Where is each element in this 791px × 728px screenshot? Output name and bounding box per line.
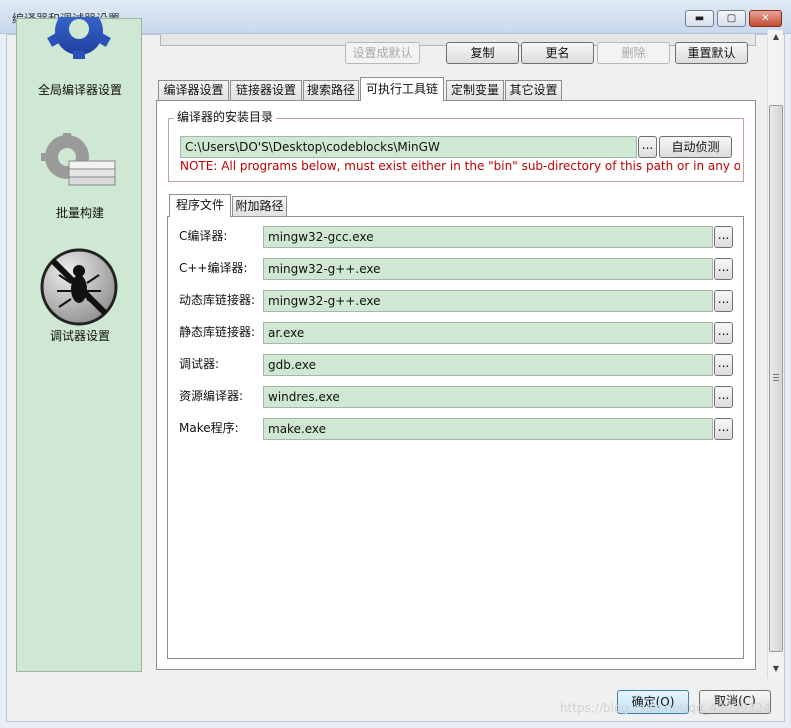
tab-additional-paths[interactable]: 附加路径 <box>232 196 287 216</box>
rename-button[interactable]: 更名 <box>521 42 594 64</box>
debugger-bug-icon <box>40 248 118 326</box>
tab-linker-settings[interactable]: 链接器设置 <box>230 80 302 100</box>
resource-compiler-input[interactable]: windres.exe <box>263 386 713 408</box>
static-linker-label: 静态库链接器: <box>179 325 256 339</box>
cpp-compiler-browse-button[interactable]: ... <box>714 258 733 280</box>
delete-button[interactable]: 删除 <box>597 42 670 64</box>
cpp-compiler-label: C++编译器: <box>179 261 248 275</box>
make-program-input[interactable]: make.exe <box>263 418 713 440</box>
close-button[interactable]: ✕ <box>749 10 782 27</box>
install-note: NOTE: All programs below, must exist eit… <box>180 159 740 173</box>
resource-compiler-label: 资源编译器: <box>179 389 244 403</box>
set-default-button[interactable]: 设置成默认 <box>345 42 420 64</box>
category-global-compiler[interactable]: 全局编译器设置 <box>17 81 143 98</box>
tab-compiler-settings[interactable]: 编译器设置 <box>158 80 229 100</box>
debugger-label: 调试器: <box>179 357 220 371</box>
tab-search-paths[interactable]: 搜索路径 <box>303 80 359 100</box>
category-debugger[interactable]: 调试器设置 <box>17 327 143 344</box>
tab-other-settings[interactable]: 其它设置 <box>505 80 562 100</box>
minimize-icon: ▬ <box>694 13 705 24</box>
watermark: https://blog.csdn.net/qq_43099324 <box>560 701 771 715</box>
vertical-scrollbar[interactable]: ▲ ▼ <box>767 30 783 678</box>
maximize-icon: ▢ <box>726 13 737 24</box>
install-dir-input[interactable]: C:\Users\DO'S\Desktop\codeblocks\MinGW <box>180 136 637 158</box>
install-dir-title: 编译器的安装目录 <box>174 108 277 125</box>
close-icon: ✕ <box>761 13 770 24</box>
scroll-down-icon[interactable]: ▼ <box>770 664 782 673</box>
maximize-button[interactable]: ▢ <box>717 10 746 27</box>
dynamic-linker-label: 动态库链接器: <box>179 293 256 307</box>
batch-build-icon <box>41 133 116 186</box>
static-linker-input[interactable]: ar.exe <box>263 322 713 344</box>
gear-icon <box>47 17 111 59</box>
scroll-up-icon[interactable]: ▲ <box>770 32 782 41</box>
tab-custom-variables[interactable]: 定制变量 <box>446 80 504 100</box>
c-compiler-label: C编译器: <box>179 229 228 243</box>
category-sidebar[interactable]: 全局编译器设置 批量构建 调试器设置 <box>16 17 143 672</box>
reset-default-button[interactable]: 重置默认 <box>675 42 748 64</box>
minimize-button[interactable]: ▬ <box>685 10 714 27</box>
auto-detect-button[interactable]: 自动侦测 <box>659 136 732 158</box>
tab-program-files[interactable]: 程序文件 <box>169 194 231 217</box>
static-linker-browse-button[interactable]: ... <box>714 322 733 344</box>
cpp-compiler-input[interactable]: mingw32-g++.exe <box>263 258 713 280</box>
copy-button[interactable]: 复制 <box>446 42 519 64</box>
category-batch-build[interactable]: 批量构建 <box>17 204 143 221</box>
make-program-browse-button[interactable]: ... <box>714 418 733 440</box>
scroll-thumb[interactable] <box>769 105 783 652</box>
make-program-label: Make程序: <box>179 421 239 435</box>
resource-compiler-browse-button[interactable]: ... <box>714 386 733 408</box>
dynamic-linker-browse-button[interactable]: ... <box>714 290 733 312</box>
c-compiler-browse-button[interactable]: ... <box>714 226 733 248</box>
dynamic-linker-input[interactable]: mingw32-g++.exe <box>263 290 713 312</box>
tab-toolchain-executables[interactable]: 可执行工具链 <box>360 77 444 101</box>
c-compiler-input[interactable]: mingw32-gcc.exe <box>263 226 713 248</box>
install-dir-browse-button[interactable]: ... <box>638 136 657 158</box>
debugger-browse-button[interactable]: ... <box>714 354 733 376</box>
debugger-input[interactable]: gdb.exe <box>263 354 713 376</box>
